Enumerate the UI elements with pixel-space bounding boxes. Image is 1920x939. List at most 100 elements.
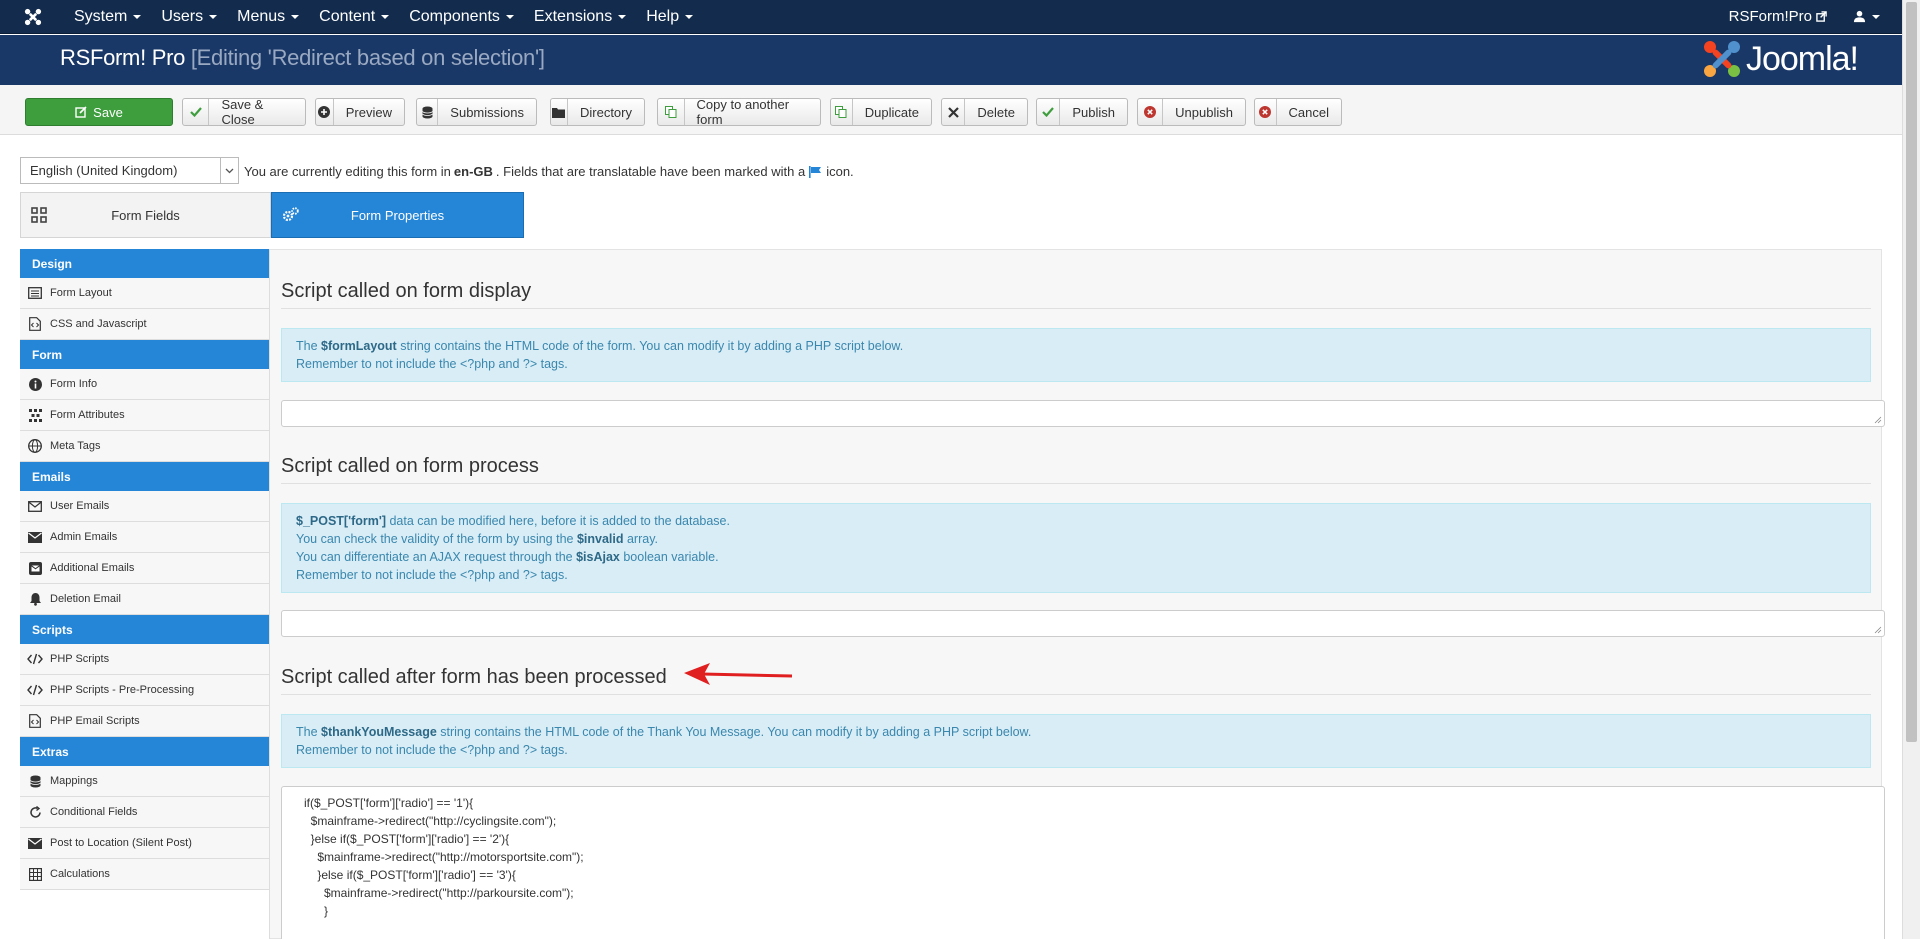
section-divider (281, 694, 1871, 695)
script-code[interactable]: if($_POST['form']['radio'] == '1'){ $mai… (282, 787, 1884, 920)
copy-icon (658, 99, 685, 125)
sidebar-item-php-scripts[interactable]: PHP Scripts (20, 644, 269, 675)
sidebar-item-additional-emails[interactable]: Additional Emails (20, 553, 269, 584)
alert-variable: $thankYouMessage (321, 725, 437, 739)
sidebar-item-mappings[interactable]: Mappings (20, 766, 269, 797)
database-icon (20, 775, 50, 788)
sidebar-item-label: PHP Scripts (50, 653, 110, 665)
tab-label: Form Fields (111, 207, 180, 223)
alert-line: Remember to not include the <?php and ?>… (296, 743, 568, 757)
alert-line: $_POST['form'] data can be modified here… (296, 512, 1856, 530)
top-navbar: System Users Menus Content Components Ex… (0, 0, 1902, 34)
sidebar-item-user-emails[interactable]: User Emails (20, 491, 269, 522)
menu-system[interactable]: System (64, 0, 151, 34)
copy-label: Copy to another form (696, 97, 790, 127)
envelope-icon (20, 531, 50, 543)
sidebar-heading-extras: Extras (20, 737, 269, 766)
alert-text: data can be modified here, before it is … (385, 514, 730, 528)
tab-label: Form Properties (350, 207, 445, 223)
script-textarea-after-process[interactable]: if($_POST['form']['radio'] == '1'){ $mai… (281, 786, 1885, 939)
envelope-outline-icon (20, 500, 50, 512)
sidebar-item-post-to-location[interactable]: Post to Location (Silent Post) (20, 828, 269, 859)
sidebar-item-label: PHP Scripts - Pre-Processing (50, 684, 195, 696)
alert-text: string contains the HTML code of the Tha… (436, 725, 1032, 739)
script-textarea-form-display[interactable] (281, 400, 1885, 427)
user-menu[interactable] (1853, 10, 1880, 23)
menu-extensions[interactable]: Extensions (524, 0, 636, 34)
sidebar-item-calculations[interactable]: Calculations (20, 859, 269, 890)
submissions-button[interactable]: Submissions (416, 98, 537, 126)
alert-line: The $formLayout string contains the HTML… (296, 339, 904, 353)
caret-down-icon (1872, 14, 1880, 19)
menu-content[interactable]: Content (309, 0, 399, 34)
remove-circle-icon (1138, 99, 1164, 125)
script-textarea-form-process[interactable] (281, 610, 1885, 637)
sidebar-heading-emails: Emails (20, 462, 269, 491)
duplicate-button[interactable]: Duplicate (830, 98, 932, 126)
sidebar-heading-form: Form (20, 340, 269, 369)
scrollbar-thumb[interactable] (1906, 2, 1917, 742)
remove-circle-icon (1255, 99, 1277, 125)
refresh-icon (20, 805, 50, 819)
language-note-text: icon. (826, 164, 854, 179)
plus-circle-icon (316, 99, 334, 125)
save-close-button[interactable]: Save & Close (182, 97, 306, 127)
sidebar-item-deletion-email[interactable]: Deletion Email (20, 584, 269, 615)
duplicate-label: Duplicate (864, 104, 919, 120)
sidebar-item-conditional-fields[interactable]: Conditional Fields (20, 797, 269, 828)
preview-button[interactable]: Preview (315, 98, 405, 126)
directory-label: Directory (579, 104, 632, 120)
menu-components[interactable]: Components (399, 0, 524, 34)
language-select[interactable]: English (United Kingdom) (20, 157, 239, 184)
toolbar: Save Save & Close Preview Submissions Di… (0, 85, 1902, 135)
sidebar-item-admin-emails[interactable]: Admin Emails (20, 522, 269, 553)
unpublish-button[interactable]: Unpublish (1137, 98, 1246, 126)
caret-down-icon (505, 14, 514, 19)
tab-form-properties[interactable]: Form Properties (271, 192, 524, 238)
language-code: en-GB (453, 164, 493, 179)
database-icon (417, 99, 439, 125)
copy-to-form-button[interactable]: Copy to another form (657, 97, 821, 127)
sidebar-item-label: Form Attributes (50, 409, 125, 421)
tab-form-fields[interactable]: Form Fields (20, 192, 271, 238)
menu-help[interactable]: Help (636, 0, 703, 34)
page-scrollbar[interactable] (1902, 0, 1920, 939)
resize-grip-icon[interactable] (1874, 626, 1882, 634)
annotation-arrow-icon (684, 663, 793, 685)
component-name: RSForm! Pro (60, 45, 186, 70)
sidebar-item-form-info[interactable]: Form Info (20, 369, 269, 400)
alert-line: Remember to not include the <?php and ?>… (296, 357, 568, 371)
resize-grip-icon[interactable] (1874, 416, 1882, 424)
language-note-text: . Fields that are translatable have been… (495, 164, 806, 179)
menu-users[interactable]: Users (151, 0, 227, 34)
site-link[interactable]: RSForm!Pro (1729, 8, 1827, 25)
save-button[interactable]: Save (25, 98, 173, 126)
sidebar-item-php-email-scripts[interactable]: PHP Email Scripts (20, 706, 269, 737)
sidebar-item-form-layout[interactable]: Form Layout (20, 278, 269, 309)
calculator-icon (20, 867, 50, 881)
cancel-button[interactable]: Cancel (1254, 98, 1342, 126)
sidebar-item-php-pre-processing[interactable]: PHP Scripts - Pre-Processing (20, 675, 269, 706)
grid-icon (31, 207, 47, 226)
code-icon (20, 653, 50, 665)
joomla-logo-icon[interactable] (16, 0, 50, 34)
alert-text: boolean variable. (619, 550, 719, 564)
directory-button[interactable]: Directory (550, 98, 645, 126)
sidebar-item-label: Conditional Fields (50, 806, 138, 818)
attributes-icon (20, 408, 50, 422)
alert-line: The $thankYouMessage string contains the… (296, 725, 1032, 739)
sidebar-item-label: Admin Emails (50, 531, 118, 543)
info-alert-form-process: $_POST['form'] data can be modified here… (281, 503, 1871, 593)
language-selected: English (United Kingdom) (30, 163, 178, 178)
sidebar-item-meta-tags[interactable]: Meta Tags (20, 431, 269, 462)
sidebar-item-css-js[interactable]: CSS and Javascript (20, 309, 269, 340)
sidebar-item-form-attributes[interactable]: Form Attributes (20, 400, 269, 431)
sidebar-item-label: Calculations (50, 868, 110, 880)
publish-button[interactable]: Publish (1036, 98, 1128, 126)
section-title-form-process: Script called on form process (281, 455, 539, 477)
menu-menus[interactable]: Menus (227, 0, 309, 34)
preview-label: Preview (345, 104, 392, 120)
delete-button[interactable]: Delete (941, 98, 1028, 126)
alert-line: You can differentiate an AJAX request th… (296, 548, 1856, 566)
cogs-icon (282, 207, 300, 226)
